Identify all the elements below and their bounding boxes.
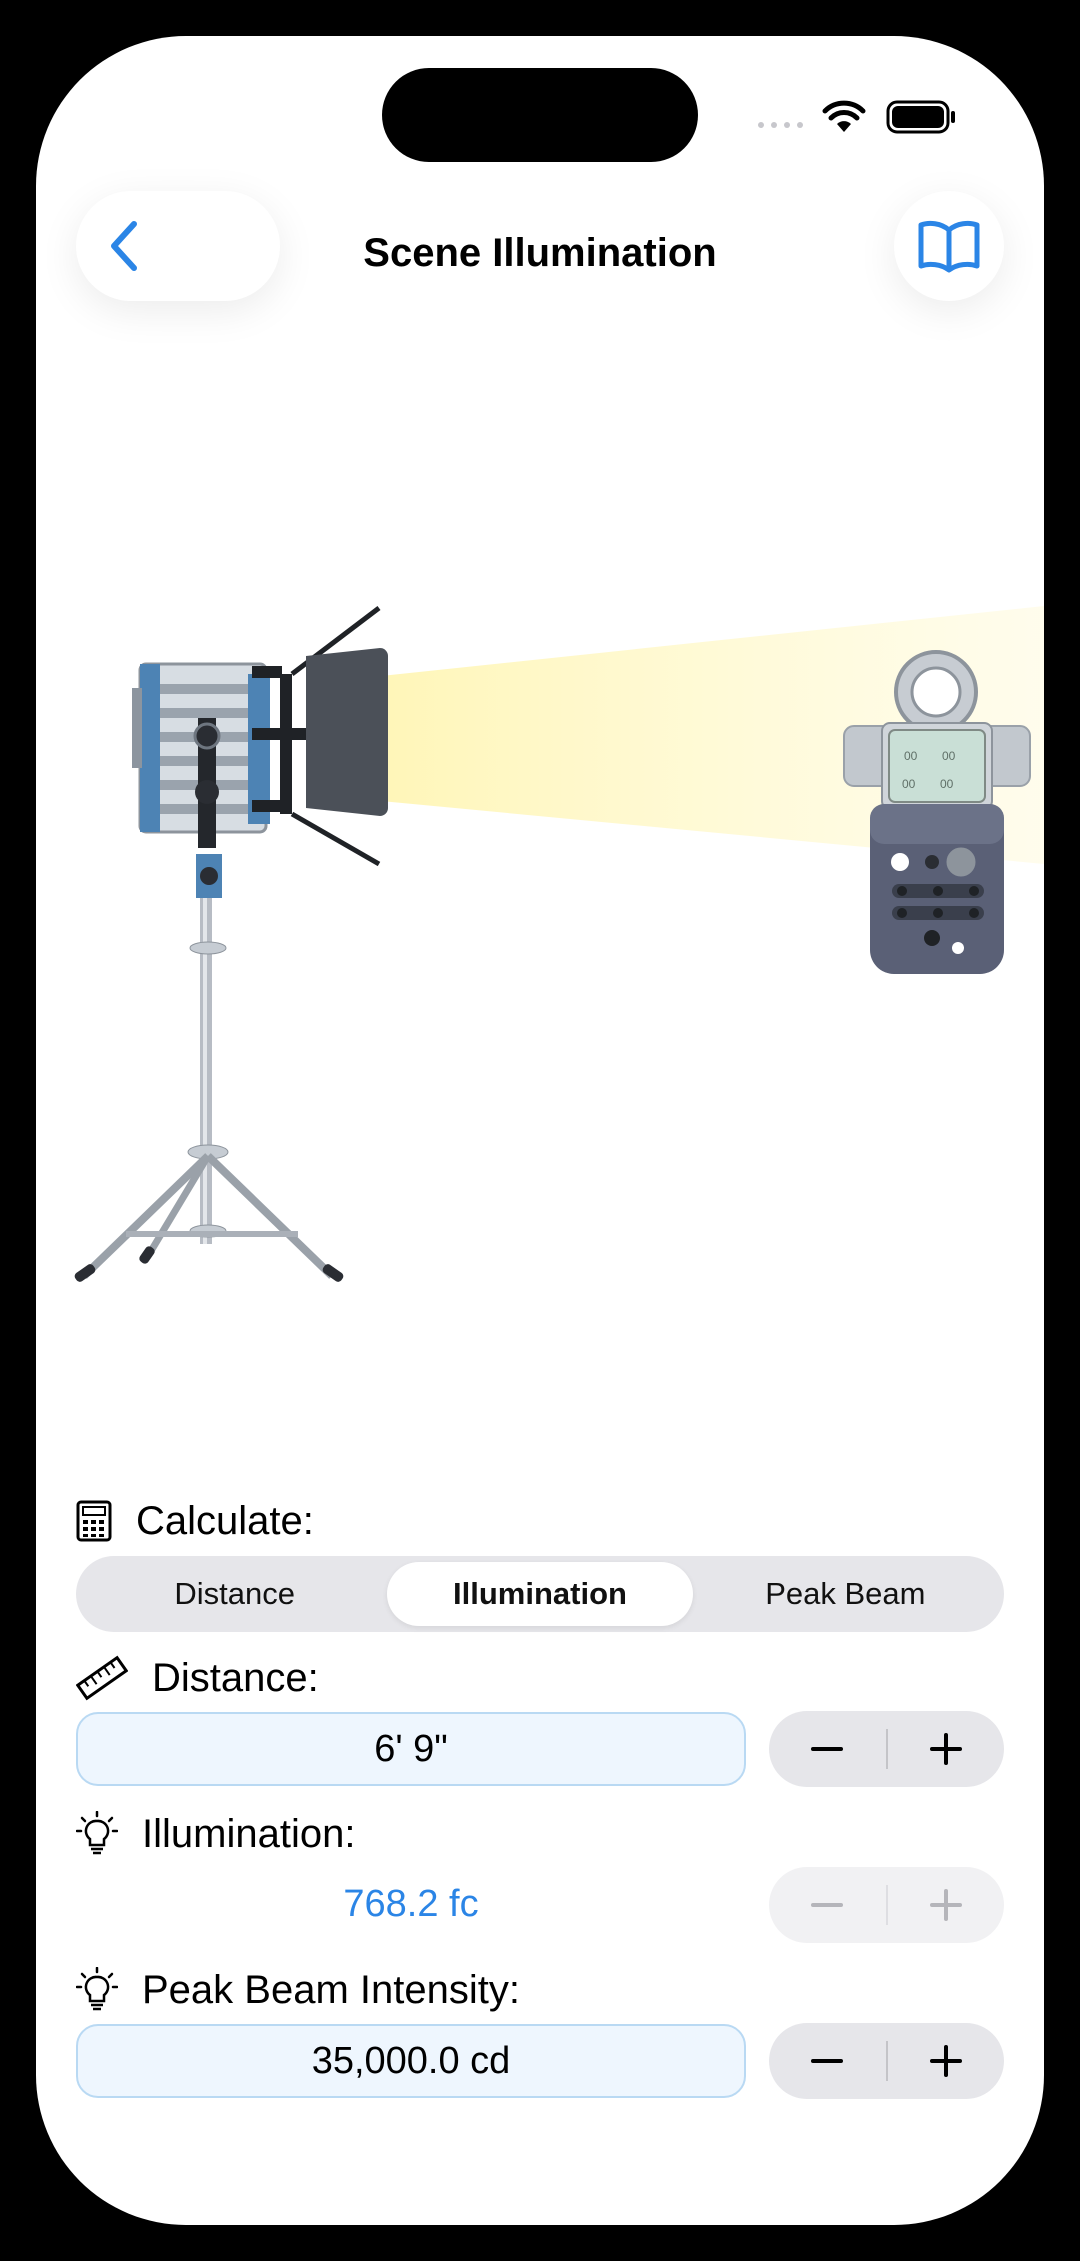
illumination-decrement-button (769, 1867, 886, 1943)
light-stand (74, 894, 344, 1282)
lighting-scene-illustration: 00 00 00 00 (74, 606, 1044, 1282)
illumination-label: Illumination: (76, 1809, 355, 1859)
plus-icon (929, 1733, 962, 1765)
peak-beam-increment-button[interactable] (888, 2023, 1005, 2099)
illumination-increment-button (888, 1867, 1005, 1943)
svg-text:00: 00 (940, 777, 954, 791)
minus-icon (811, 1747, 844, 1751)
lightbulb-icon (76, 1967, 118, 2011)
svg-text:00: 00 (904, 749, 918, 763)
calculate-label: Calculate: (76, 1496, 314, 1546)
fresnel-light (132, 606, 388, 898)
svg-text:00: 00 (902, 777, 916, 791)
calculate-segmented-control[interactable]: Distance Illumination Peak Beam (76, 1556, 1004, 1632)
distance-label-text: Distance: (152, 1656, 319, 1700)
battery-icon (886, 100, 955, 134)
peak-beam-label: Peak Beam Intensity: (76, 1965, 520, 2015)
segment-distance[interactable]: Distance (82, 1562, 387, 1626)
svg-text:00: 00 (942, 749, 956, 763)
lightbulb-icon (76, 1811, 118, 1855)
plus-icon (929, 2045, 962, 2077)
segment-illumination[interactable]: Illumination (387, 1562, 693, 1626)
illumination-stepper (769, 1867, 1004, 1943)
dynamic-island (382, 68, 698, 162)
distance-decrement-button[interactable] (769, 1711, 886, 1787)
app-screen: Scene Illumination 00 00 00 00 Calculate… (36, 36, 1044, 2225)
wifi-icon (822, 100, 866, 132)
ruler-icon (76, 1655, 128, 1701)
calculate-label-text: Calculate: (136, 1499, 314, 1543)
minus-icon (811, 1903, 844, 1907)
illumination-label-text: Illumination: (142, 1812, 356, 1856)
book-icon (918, 220, 980, 273)
page-title: Scene Illumination (363, 231, 717, 275)
chevron-left-icon (111, 221, 137, 271)
reference-button[interactable] (894, 191, 1004, 301)
illumination-result: 768.2 fc (343, 1882, 479, 1925)
distance-label: Distance: (76, 1653, 319, 1703)
peak-beam-field[interactable]: 35,000.0 cd (76, 2024, 746, 2098)
peak-beam-label-text: Peak Beam Intensity: (142, 1968, 520, 2012)
distance-increment-button[interactable] (888, 1711, 1005, 1787)
cellular-signal-icon (758, 122, 803, 128)
plus-icon (929, 1889, 962, 1921)
distance-stepper[interactable] (769, 1711, 1004, 1787)
calculator-icon (76, 1500, 112, 1542)
minus-icon (811, 2059, 844, 2063)
distance-field[interactable]: 6' 9" (76, 1712, 746, 1786)
peak-beam-stepper[interactable] (769, 2023, 1004, 2099)
peak-beam-decrement-button[interactable] (769, 2023, 886, 2099)
segment-peak-beam[interactable]: Peak Beam (693, 1562, 998, 1626)
